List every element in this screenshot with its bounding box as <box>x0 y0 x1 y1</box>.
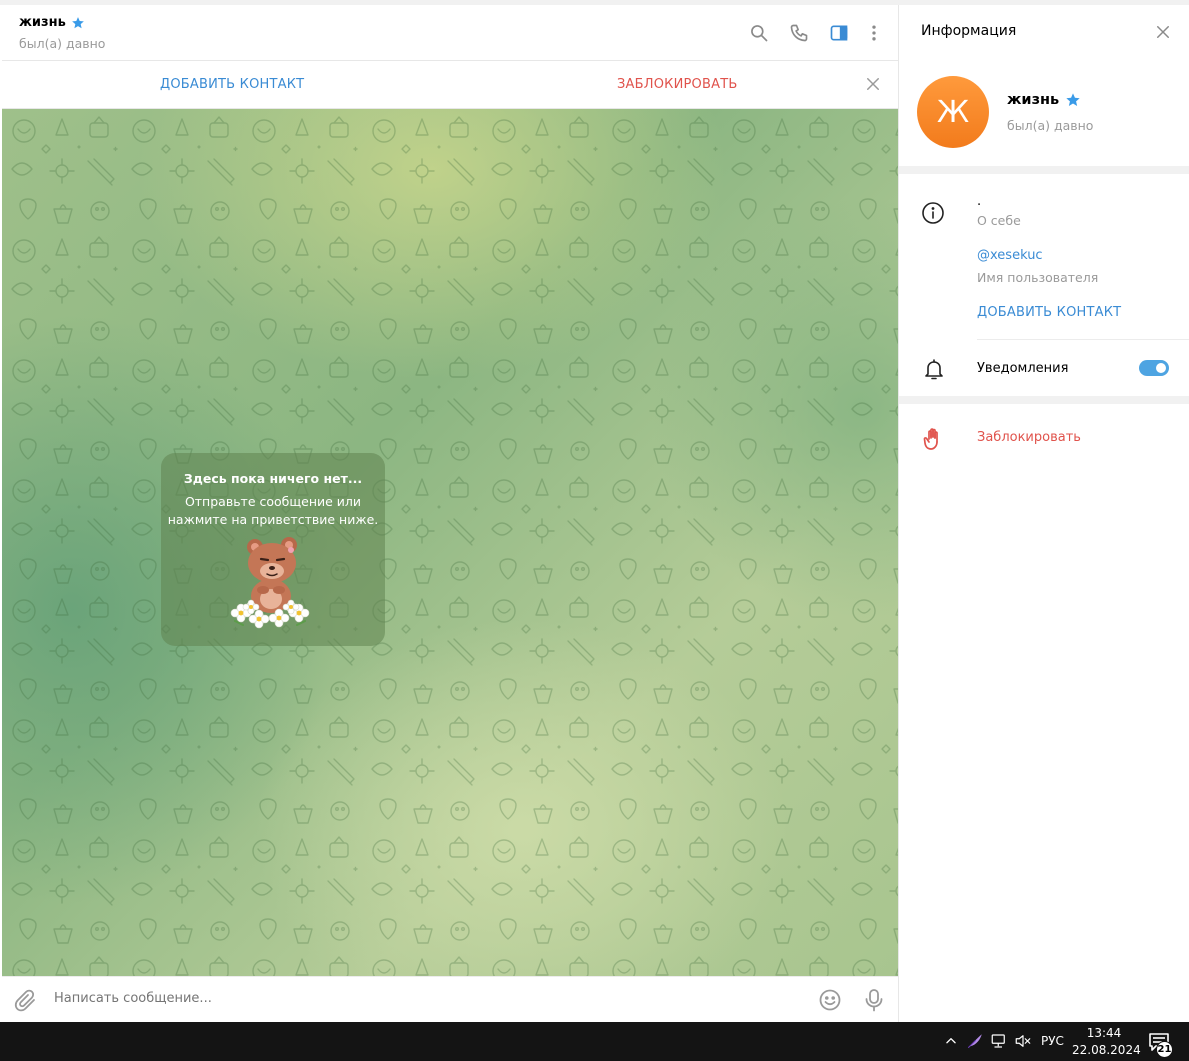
verified-star-icon <box>1066 93 1080 106</box>
chevron-up-icon[interactable] <box>942 1032 960 1050</box>
message-input[interactable] <box>54 991 754 1006</box>
info-panel-title: Информация <box>921 23 1017 39</box>
info-icon <box>922 202 944 224</box>
system-clock[interactable]: 13:44 22.08.2024 <box>1072 1025 1141 1059</box>
empty-chat-text: Отправьте сообщение или нажмите на приве… <box>161 493 385 529</box>
network-icon[interactable] <box>990 1032 1008 1050</box>
speaker-muted-icon[interactable] <box>1014 1032 1032 1050</box>
notifications-toggle[interactable] <box>1139 360 1169 376</box>
chat-title[interactable]: жизнь <box>19 15 85 30</box>
chat-status: был(а) давно <box>19 36 106 51</box>
attach-icon[interactable] <box>14 989 38 1013</box>
notifications-label: Уведомления <box>977 361 1069 376</box>
search-icon[interactable] <box>748 22 770 44</box>
bell-icon <box>925 359 943 380</box>
wallpaper-pattern <box>2 109 898 976</box>
username-label: Имя пользователя <box>977 270 1099 285</box>
notification-count-badge: 21 <box>1156 1041 1173 1058</box>
toggle-knob <box>1154 361 1168 375</box>
more-vertical-icon[interactable] <box>863 22 885 44</box>
profile-name-text: жизнь <box>1007 92 1060 108</box>
avatar[interactable]: Ж <box>917 76 989 148</box>
verified-star-icon <box>71 16 84 28</box>
close-icon[interactable] <box>864 75 882 93</box>
row-separator <box>977 339 1189 340</box>
block-button[interactable]: ЗАБЛОКИРОВАТЬ <box>617 77 737 92</box>
block-hand-icon <box>923 428 938 450</box>
about-value: . <box>977 194 982 209</box>
section-separator <box>899 166 1189 174</box>
emoji-icon[interactable] <box>818 988 842 1012</box>
chat-pane: жизнь был(а) давно ДОБАВИТЬ КОНТАКТ ЗАБЛ… <box>2 5 898 1022</box>
empty-chat-title: Здесь пока ничего нет... <box>183 471 363 486</box>
add-contact-button[interactable]: ДОБАВИТЬ КОНТАКТ <box>160 77 304 92</box>
chat-wallpaper: Здесь пока ничего нет... Отправьте сообщ… <box>2 109 898 976</box>
empty-chat-line: нажмите на приветствие ниже. <box>167 512 379 527</box>
info-panel: Информация Ж жизнь был(а) давно . О себе… <box>899 5 1189 1022</box>
feather-app-icon[interactable] <box>966 1032 984 1050</box>
message-composer <box>2 976 898 1022</box>
phone-icon[interactable] <box>788 22 810 44</box>
profile-name: жизнь <box>1007 92 1081 108</box>
add-contact-button[interactable]: ДОБАВИТЬ КОНТАКТ <box>977 305 1121 320</box>
clock-date: 22.08.2024 <box>1072 1043 1141 1057</box>
greeting-sticker-bear[interactable] <box>227 533 319 631</box>
empty-chat-line: Отправьте сообщение или <box>184 494 362 509</box>
windows-taskbar: РУС 13:44 22.08.2024 21 <box>0 1022 1189 1061</box>
block-user-button[interactable]: Заблокировать <box>977 430 1081 445</box>
chat-title-text: жизнь <box>19 15 66 30</box>
section-separator <box>899 396 1189 404</box>
username-link[interactable]: @xesekuc <box>977 248 1043 263</box>
profile-status: был(а) давно <box>1007 118 1094 133</box>
contact-action-bar: ДОБАВИТЬ КОНТАКТ ЗАБЛОКИРОВАТЬ <box>2 61 898 109</box>
clock-time: 13:44 <box>1086 1026 1122 1040</box>
input-language[interactable]: РУС <box>1041 1034 1064 1048</box>
close-icon[interactable] <box>1154 23 1172 41</box>
about-label: О себе <box>977 213 1021 228</box>
microphone-icon[interactable] <box>864 988 884 1012</box>
sidebar-toggle-icon[interactable] <box>828 22 850 44</box>
chat-header: жизнь был(а) давно <box>2 5 898 61</box>
empty-chat-card: Здесь пока ничего нет... Отправьте сообщ… <box>161 453 385 646</box>
